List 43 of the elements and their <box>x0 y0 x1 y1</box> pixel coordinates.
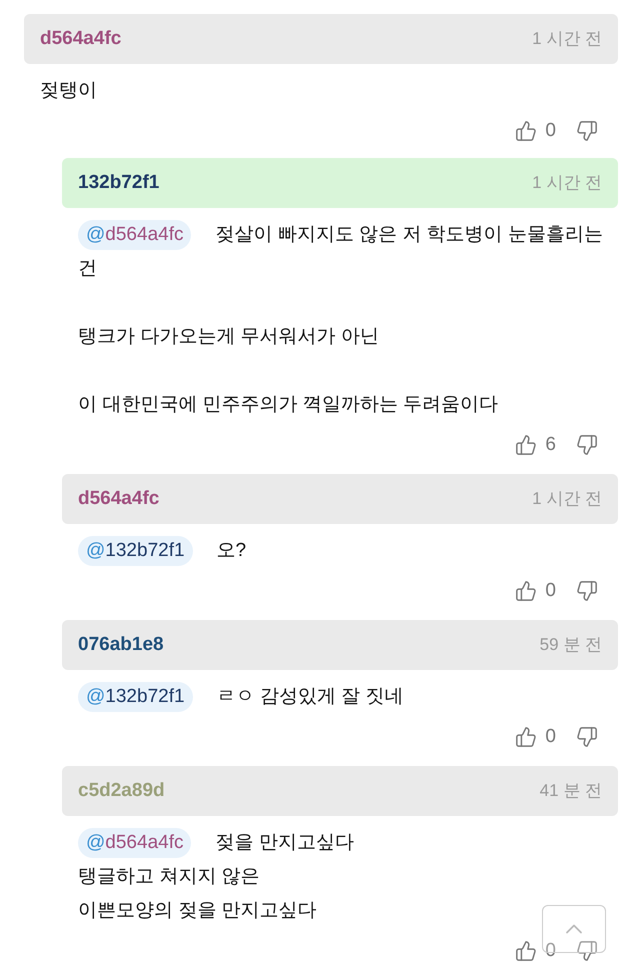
thumbs-up-icon <box>515 434 538 456</box>
mention-tag[interactable]: @132b72f1 <box>78 682 193 712</box>
dislike-button[interactable] <box>576 940 598 962</box>
mention-tag[interactable]: @d564a4fc <box>78 828 192 858</box>
thumbs-down-icon <box>576 726 598 748</box>
thumbs-up-icon <box>515 940 538 962</box>
thumbs-down-icon <box>576 580 598 602</box>
comment-text: 이 대한민국에 민주주의가 껵일까하는 두려움이다 <box>78 392 498 417</box>
timestamp: 1 시간 전 <box>532 488 602 510</box>
like-button[interactable]: 6 <box>515 430 556 460</box>
dislike-button[interactable] <box>576 726 598 748</box>
author-name[interactable]: d564a4fc <box>78 484 160 514</box>
author-name[interactable]: 076ab1e8 <box>78 630 164 660</box>
mention-tag[interactable]: @132b72f1 <box>78 536 193 566</box>
timestamp: 59 분 전 <box>540 634 602 656</box>
comment-text: ㄹㅇ 감성있게 잘 짓네 <box>216 684 404 709</box>
thumbs-up-icon <box>515 580 538 602</box>
comment-text: 젖을 만지고싶다 <box>215 830 354 855</box>
dislike-button[interactable] <box>576 580 598 602</box>
comment-text: 탱글하고 쳐지지 않은 <box>78 864 260 889</box>
author-name[interactable]: c5d2a89d <box>78 776 165 806</box>
dislike-button[interactable] <box>576 120 598 142</box>
author-name[interactable]: d564a4fc <box>40 24 122 54</box>
thumbs-down-icon <box>576 120 598 142</box>
like-button[interactable]: 0 <box>515 576 556 606</box>
mention-tag[interactable]: @d564a4fc <box>78 220 192 250</box>
thumbs-down-icon <box>576 940 598 962</box>
dislike-button[interactable] <box>576 434 598 456</box>
timestamp: 1 시간 전 <box>532 172 602 194</box>
comment-text: 오? <box>216 538 246 563</box>
comment-text: 젖탱이 <box>40 78 97 103</box>
comment-text: 이쁜모양의 젖을 만지고싶다 <box>78 898 317 923</box>
thumbs-down-icon <box>576 434 598 456</box>
comment-text: 건 <box>78 256 97 281</box>
author-name[interactable]: 132b72f1 <box>78 168 160 198</box>
timestamp: 1 시간 전 <box>532 28 602 50</box>
comment-text: 젖살이 빠지지도 않은 저 학도병이 눈물흘리는 <box>215 222 603 247</box>
like-button[interactable]: 0 <box>515 722 556 752</box>
thumbs-up-icon <box>515 726 538 748</box>
like-button[interactable]: 0 <box>515 116 556 146</box>
comment-text: 탱크가 다가오는게 무서워서가 아닌 <box>78 324 379 349</box>
timestamp: 41 분 전 <box>540 780 602 802</box>
thumbs-up-icon <box>515 120 538 142</box>
